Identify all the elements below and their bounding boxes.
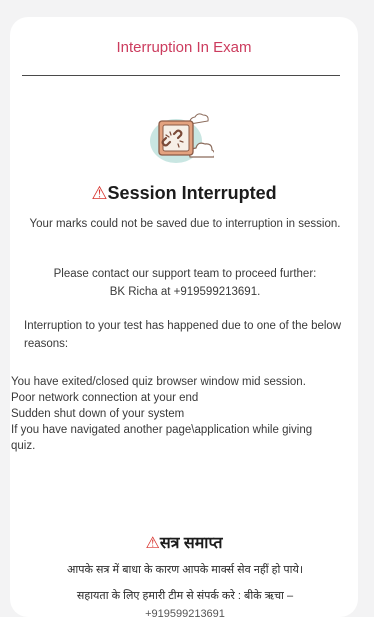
contact-instruction: Please contact our support team to proce…: [53, 268, 317, 280]
warning-icon: ⚠: [91, 183, 108, 203]
hindi-contact-line: सहायता के लिए हमारी टीम से संपर्क करे : …: [24, 587, 346, 617]
dialog-title: Interruption In Exam: [116, 39, 252, 56]
hindi-heading: ⚠सत्र समाप्त: [10, 531, 358, 553]
list-item: You have exited/closed quiz browser wind…: [10, 374, 338, 390]
hindi-message: आपके सत्र में बाधा के कारण आपके मार्क्स …: [67, 564, 303, 576]
interruption-dialog-card: Interruption In Exam ⚠Session Interrupte…: [10, 17, 358, 617]
reasons-intro: Interruption to your test has happened d…: [24, 320, 342, 350]
heading-text: Session Interrupted: [107, 183, 277, 203]
broken-link-icon: [138, 107, 216, 171]
contact-support-line: Please contact our support team to proce…: [24, 265, 346, 301]
contact-person: BK Richa at +919599213691.: [109, 286, 261, 298]
hindi-heading-text: सत्र समाप्त: [159, 535, 223, 552]
session-interrupted-heading: ⚠Session Interrupted: [10, 183, 358, 204]
hindi-contact-instruction: सहायता के लिए हमारी टीम से संपर्क करे : …: [76, 590, 294, 602]
list-item: Sudden shut down of your system: [10, 406, 338, 422]
reasons-list: You have exited/closed quiz browser wind…: [10, 374, 338, 454]
marks-not-saved-message: Your marks could not be saved due to int…: [29, 218, 341, 230]
hindi-contact-number: +919599213691: [145, 608, 225, 617]
title-divider: [22, 75, 340, 76]
list-item: If you have navigated another page\appli…: [10, 422, 338, 454]
warning-icon: ⚠: [145, 535, 160, 552]
list-item: Poor network connection at your end: [10, 390, 338, 406]
